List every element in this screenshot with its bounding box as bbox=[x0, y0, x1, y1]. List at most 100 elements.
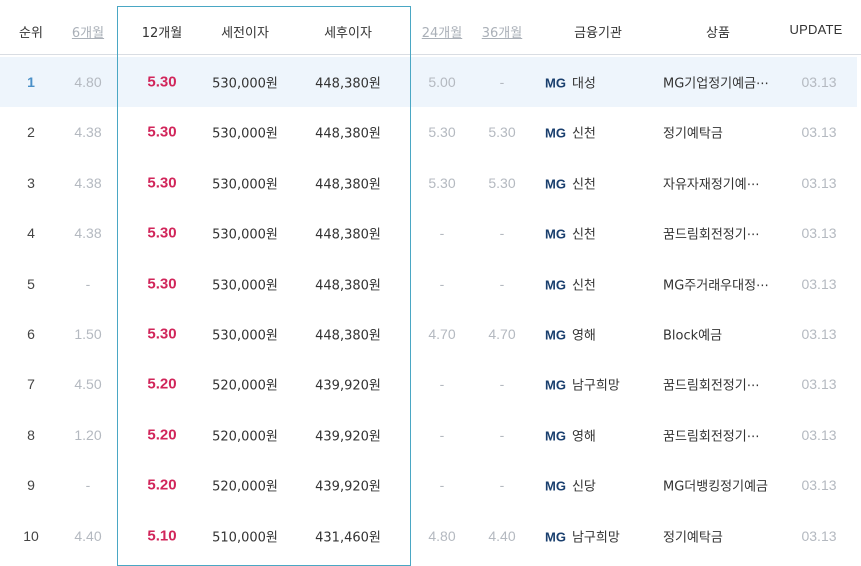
institution-name: 신천 bbox=[571, 278, 596, 294]
cell-institution: MG 신천 bbox=[545, 224, 596, 243]
cell-institution: MG 남구희망 bbox=[545, 375, 620, 394]
cell-m24: 5.00 bbox=[428, 74, 456, 90]
institution-name: 대성 bbox=[571, 76, 596, 92]
cell-posttax: 448,380원 bbox=[315, 76, 381, 92]
cell-update: 03.13 bbox=[801, 74, 837, 90]
cell-rank: 6 bbox=[27, 326, 35, 342]
institution-name: 신천 bbox=[571, 227, 596, 243]
table-row[interactable]: 5 - 5.30 530,000원 448,380원 - - 03.13 MG 신천 MG주거래우대… bbox=[0, 259, 857, 309]
cell-pretax: 530,000원 bbox=[212, 76, 278, 92]
cell-m12: 5.10 bbox=[147, 527, 177, 545]
cell-institution: MG 신천 bbox=[545, 274, 596, 293]
sort-24-months[interactable]: 24개월 bbox=[422, 22, 462, 41]
cell-m24: 5.30 bbox=[428, 124, 456, 141]
sort-6-months[interactable]: 6개월 bbox=[72, 22, 104, 41]
cell-update: 03.13 bbox=[801, 275, 837, 292]
product-name-link[interactable]: 꿈드림회전정기⋯ bbox=[663, 425, 760, 444]
header-update: UPDATE bbox=[789, 22, 843, 37]
table-row[interactable]: 9 - 5.20 520,000원 439,920원 - - 03.13 MG 신당 MG더뱅킹정기… bbox=[0, 460, 857, 510]
sort-36-months[interactable]: 36개월 bbox=[482, 22, 522, 41]
cell-institution: MG 대성 bbox=[545, 73, 596, 92]
table-row[interactable]: 6 1.50 5.30 530,000원 448,380원 4.70 4.70 03.13 MG… bbox=[0, 309, 857, 359]
cell-m24: 4.70 bbox=[428, 326, 456, 342]
table-row[interactable]: 2 4.38 5.30 530,000원 448,380원 5.30 5.30 03.13 MG… bbox=[0, 107, 857, 157]
header-12-months[interactable]: 12개월 bbox=[142, 22, 182, 41]
table-row[interactable]: 4 4.38 5.30 530,000원 448,380원 - - 03.13 MG 신천 꿈드림회… bbox=[0, 208, 857, 258]
cell-m36: - bbox=[499, 426, 505, 443]
institution-name: 신당 bbox=[571, 479, 596, 495]
mg-logo-icon: MG bbox=[545, 226, 566, 242]
mg-logo-icon: MG bbox=[545, 377, 566, 393]
cell-rank: 3 bbox=[27, 174, 35, 191]
cell-m12: 5.30 bbox=[147, 123, 177, 141]
cell-m6: 4.38 bbox=[74, 174, 102, 191]
institution-name: 신천 bbox=[571, 126, 596, 142]
cell-rank: 10 bbox=[23, 527, 39, 544]
cell-update: 03.13 bbox=[801, 225, 837, 242]
cell-rank: 9 bbox=[27, 477, 35, 494]
table-row[interactable]: 1 4.80 5.30 530,000원 448,380원 5.00-03.13 MG 대성 M… bbox=[0, 57, 857, 107]
cell-m12: 5.20 bbox=[147, 476, 177, 494]
product-name-link[interactable]: Block예금 bbox=[663, 325, 722, 344]
table-row[interactable]: 8 1.20 5.20 520,000원 439,920원 - - 03.13 MG 영해 꿈드림회… bbox=[0, 410, 857, 460]
cell-posttax: 448,380원 bbox=[315, 278, 381, 294]
cell-institution: MG 영해 bbox=[545, 425, 596, 444]
product-name-link[interactable]: 꿈드림회전정기⋯ bbox=[663, 375, 760, 394]
cell-rank: 5 bbox=[27, 275, 35, 292]
product-name-link[interactable]: 정기예탁금 bbox=[663, 123, 723, 142]
cell-posttax: 431,460원 bbox=[315, 530, 381, 546]
cell-m24: - bbox=[439, 376, 445, 393]
cell-m36: - bbox=[499, 376, 505, 393]
product-name-link[interactable]: MG기업정기예금⋯ bbox=[663, 73, 769, 92]
cell-m6: - bbox=[85, 275, 91, 292]
cell-update: 03.13 bbox=[801, 477, 837, 494]
cell-update: 03.13 bbox=[801, 527, 837, 544]
table-row[interactable]: 10 4.40 5.10 510,000원 431,460원 4.80 4.40 03.13 M… bbox=[0, 511, 857, 561]
cell-m36: - bbox=[499, 275, 505, 292]
cell-rank: 2 bbox=[27, 124, 35, 141]
cell-m6: 4.50 bbox=[74, 376, 102, 393]
cell-update: 03.13 bbox=[801, 426, 837, 443]
cell-m6: 4.40 bbox=[74, 527, 102, 544]
table-row[interactable]: 3 4.38 5.30 530,000원 448,380원 5.30 5.30 03.13 MG… bbox=[0, 158, 857, 208]
cell-pretax: 520,000원 bbox=[212, 378, 278, 394]
product-name-link[interactable]: MG더뱅킹정기예금 bbox=[663, 476, 768, 495]
mg-logo-icon: MG bbox=[545, 125, 566, 141]
cell-m36: 4.70 bbox=[488, 326, 516, 342]
cell-update: 03.13 bbox=[801, 326, 837, 342]
product-name-link[interactable]: 꿈드림회전정기⋯ bbox=[663, 224, 760, 243]
header-rank: 순위 bbox=[19, 26, 43, 41]
product-name-link[interactable]: 자유자재정기예⋯ bbox=[663, 173, 760, 192]
cell-m12: 5.30 bbox=[147, 174, 177, 192]
cell-pretax: 520,000원 bbox=[212, 479, 278, 495]
cell-m12: 5.20 bbox=[147, 426, 177, 444]
table-header: 순위 6개월 12개월 세전이자 세후이자 24개월 36개월 금융기관 상품 … bbox=[0, 0, 861, 55]
product-name-link[interactable]: 정기예탁금 bbox=[663, 526, 723, 545]
institution-name: 남구희망 bbox=[571, 530, 620, 546]
cell-update: 03.13 bbox=[801, 174, 837, 191]
table-row[interactable]: 7 4.50 5.20 520,000원 439,920원 - - 03.13 MG 남구희망 꿈드… bbox=[0, 359, 857, 409]
cell-rank: 4 bbox=[27, 225, 35, 242]
mg-logo-icon: MG bbox=[545, 75, 566, 91]
cell-institution: MG 신천 bbox=[545, 173, 596, 192]
cell-m12: 5.30 bbox=[147, 73, 177, 91]
product-name-link[interactable]: MG주거래우대정⋯ bbox=[663, 274, 769, 293]
cell-update: 03.13 bbox=[801, 376, 837, 393]
cell-m36: - bbox=[499, 477, 505, 494]
cell-m6: 1.50 bbox=[74, 326, 102, 342]
cell-m12: 5.30 bbox=[147, 224, 177, 242]
cell-rank: 7 bbox=[27, 376, 35, 393]
cell-m6: 4.38 bbox=[74, 225, 102, 242]
cell-posttax: 448,380원 bbox=[315, 177, 381, 193]
mg-logo-icon: MG bbox=[545, 529, 566, 545]
deposit-rate-ranking-table: 순위 6개월 12개월 세전이자 세후이자 24개월 36개월 금융기관 상품 … bbox=[0, 0, 861, 566]
cell-m6: - bbox=[85, 477, 91, 494]
cell-m36: 5.30 bbox=[488, 124, 516, 141]
cell-rank: 1 bbox=[27, 74, 35, 90]
institution-name: 신천 bbox=[571, 177, 596, 193]
institution-name: 남구희망 bbox=[571, 378, 620, 394]
cell-m24: - bbox=[439, 275, 445, 292]
cell-m12: 5.20 bbox=[147, 375, 177, 393]
cell-rank: 8 bbox=[27, 426, 35, 443]
mg-logo-icon: MG bbox=[545, 478, 566, 494]
